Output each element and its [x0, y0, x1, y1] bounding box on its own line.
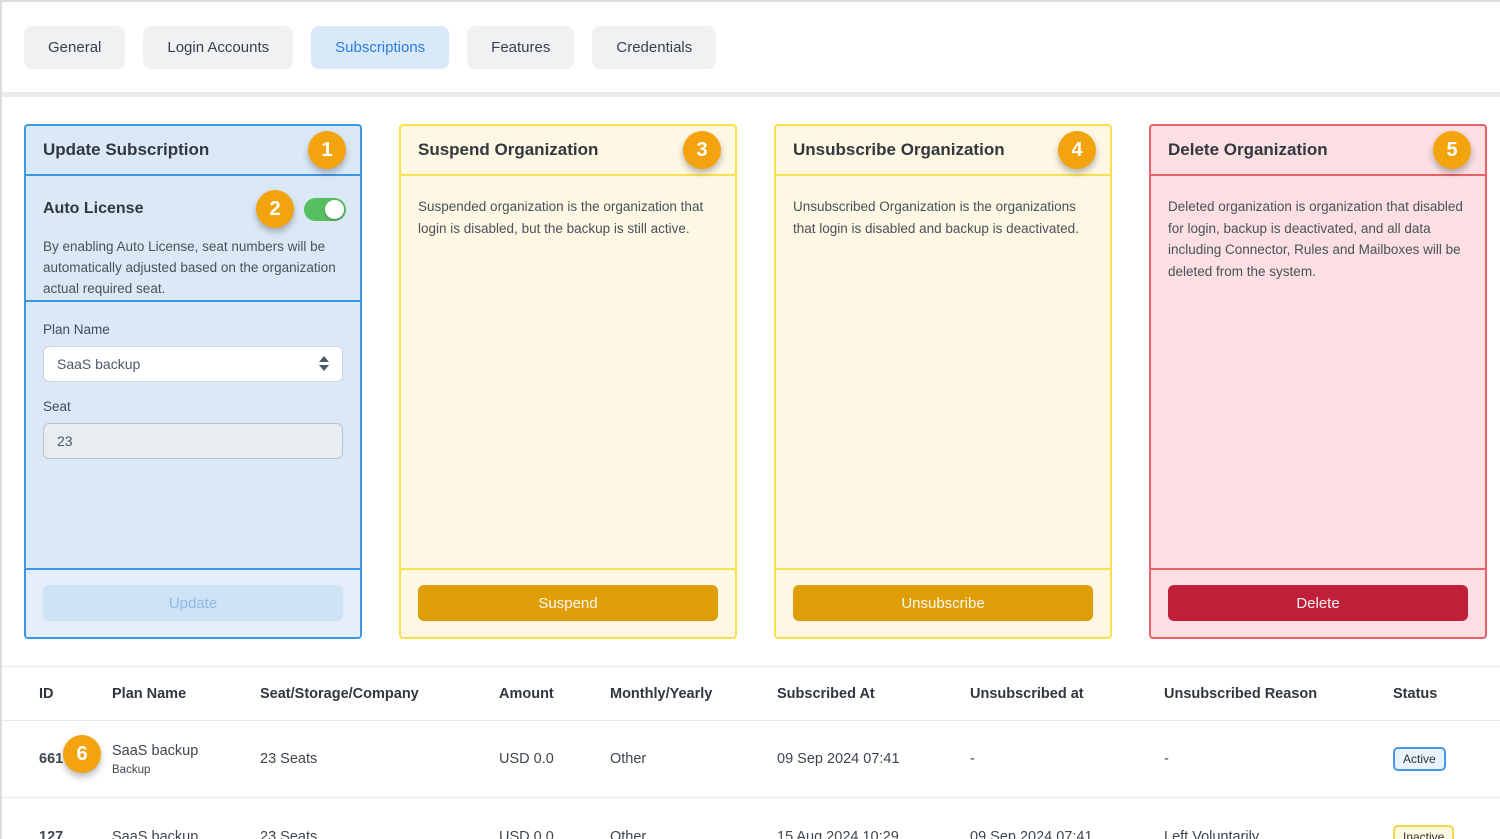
- col-header-subscribed-at: Subscribed At: [762, 686, 955, 702]
- col-header-amount: Amount: [484, 686, 595, 702]
- tab-subscriptions[interactable]: Subscriptions: [311, 26, 449, 69]
- unsubscribe-card-footer: Unsubscribe: [776, 568, 1110, 637]
- cell-seat: 23 Seats: [245, 751, 484, 767]
- auto-license-label: Auto License: [43, 200, 143, 218]
- update-button[interactable]: Update: [43, 585, 343, 621]
- tab-credentials[interactable]: Credentials: [592, 26, 716, 69]
- auto-license-section: Auto License 2 By enabling Auto License,…: [26, 176, 360, 302]
- cell-unsubscribed-reason: -: [1149, 751, 1365, 767]
- tab-bar: General Login Accounts Subscriptions Fea…: [2, 2, 1500, 97]
- step-3-badge: 3: [683, 131, 721, 169]
- col-header-unsubscribed-at: Unsubscribed at: [955, 686, 1149, 702]
- step-1-badge: 1: [308, 131, 346, 169]
- tab-features[interactable]: Features: [467, 26, 574, 69]
- step-2-badge: 2: [256, 190, 294, 228]
- suspend-organization-description: Suspended organization is the organizati…: [401, 176, 735, 568]
- cell-subscribed-at: 09 Sep 2024 07:41: [762, 751, 955, 767]
- update-card-footer: Update: [26, 568, 360, 637]
- delete-organization-card: Delete Organization 5 Deleted organizati…: [1149, 124, 1487, 639]
- cell-monthly-yearly: Other: [595, 829, 762, 839]
- subscriptions-page: General Login Accounts Subscriptions Fea…: [0, 0, 1500, 839]
- suspend-card-footer: Suspend: [401, 568, 735, 637]
- delete-organization-title: Delete Organization: [1168, 140, 1328, 160]
- col-header-unsubscribed-reason: Unsubscribed Reason: [1149, 686, 1365, 702]
- unsubscribe-organization-description: Unsubscribed Organization is the organiz…: [776, 176, 1110, 568]
- delete-card-footer: Delete: [1151, 568, 1485, 637]
- auto-license-toggle[interactable]: [304, 198, 346, 221]
- cell-plan-type: Backup: [112, 764, 245, 776]
- unsubscribe-organization-title: Unsubscribe Organization: [793, 140, 1005, 160]
- cell-subscribed-at: 15 Aug 2024 10:29: [762, 829, 955, 839]
- status-badge: Inactive: [1393, 825, 1454, 839]
- suspend-organization-card: Suspend Organization 3 Suspended organiz…: [399, 124, 737, 639]
- auto-license-description: By enabling Auto License, seat numbers w…: [43, 237, 346, 300]
- cell-seat: 23 Seats: [245, 829, 484, 839]
- table-row: 6 661 SaaS backup Backup 23 Seats USD 0.…: [2, 721, 1500, 798]
- step-4-badge: 4: [1058, 131, 1096, 169]
- subscriptions-table: ID Plan Name Seat/Storage/Company Amount…: [2, 666, 1500, 839]
- col-header-status: Status: [1365, 686, 1500, 702]
- cell-unsubscribed-at: 09 Sep 2024 07:41: [955, 829, 1149, 839]
- cell-plan-name: SaaS backup: [97, 829, 245, 839]
- delete-button[interactable]: Delete: [1168, 585, 1468, 621]
- suspend-button[interactable]: Suspend: [418, 585, 718, 621]
- cell-monthly-yearly: Other: [595, 751, 762, 767]
- col-header-monthly-yearly: Monthly/Yearly: [595, 686, 762, 702]
- cell-unsubscribed-reason: Left Voluntarily: [1149, 829, 1365, 839]
- delete-organization-header: Delete Organization 5: [1151, 126, 1485, 176]
- plan-name-select[interactable]: SaaS backup: [43, 346, 343, 382]
- update-subscription-title: Update Subscription: [43, 140, 209, 160]
- delete-organization-description: Deleted organization is organization tha…: [1151, 176, 1485, 568]
- unsubscribe-organization-header: Unsubscribe Organization 4: [776, 126, 1110, 176]
- table-row: 127 SaaS backup 23 Seats USD 0.0 Other 1…: [2, 798, 1500, 839]
- cell-amount: USD 0.0: [484, 751, 595, 767]
- chevron-up-down-icon: [319, 356, 329, 371]
- step-6-badge: 6: [63, 735, 101, 773]
- seat-input[interactable]: [43, 423, 343, 459]
- cell-amount: USD 0.0: [484, 829, 595, 839]
- tab-login-accounts[interactable]: Login Accounts: [143, 26, 293, 69]
- seat-label: Seat: [43, 399, 343, 414]
- plan-name-label: Plan Name: [43, 322, 343, 337]
- col-header-seat-storage-company: Seat/Storage/Company: [245, 686, 484, 702]
- subscription-form: Plan Name SaaS backup Seat: [26, 302, 360, 568]
- cell-unsubscribed-at: -: [955, 751, 1149, 767]
- plan-name-selected-value: SaaS backup: [57, 356, 140, 372]
- col-header-plan-name: Plan Name: [97, 686, 245, 702]
- unsubscribe-button[interactable]: Unsubscribe: [793, 585, 1093, 621]
- suspend-organization-title: Suspend Organization: [418, 140, 598, 160]
- suspend-organization-header: Suspend Organization 3: [401, 126, 735, 176]
- cell-id: 127: [24, 829, 97, 839]
- col-header-id: ID: [24, 686, 97, 702]
- update-subscription-header: Update Subscription 1: [26, 126, 360, 176]
- cell-plan-name: SaaS backup: [112, 743, 245, 759]
- tab-general[interactable]: General: [24, 26, 125, 69]
- step-5-badge: 5: [1433, 131, 1471, 169]
- table-header-row: ID Plan Name Seat/Storage/Company Amount…: [2, 666, 1500, 721]
- update-subscription-card: Update Subscription 1 Auto License 2 By …: [24, 124, 362, 639]
- unsubscribe-organization-card: Unsubscribe Organization 4 Unsubscribed …: [774, 124, 1112, 639]
- status-badge: Active: [1393, 747, 1446, 771]
- action-cards: Update Subscription 1 Auto License 2 By …: [2, 97, 1500, 639]
- toggle-knob-icon: [325, 200, 344, 219]
